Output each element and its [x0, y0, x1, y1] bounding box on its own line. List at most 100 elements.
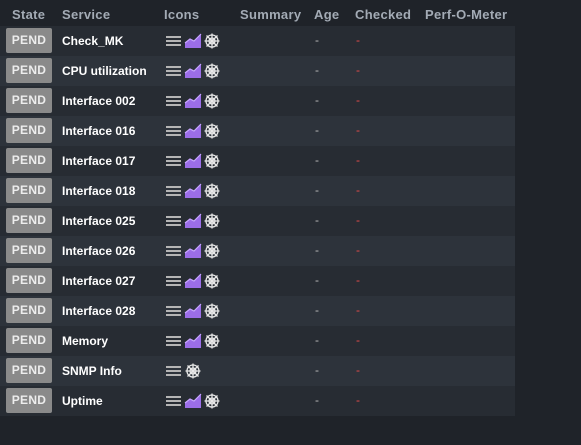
service-name-link[interactable]: SNMP Info	[62, 364, 122, 378]
service-name-link[interactable]: Interface 018	[62, 184, 135, 198]
checked-value: -	[356, 153, 360, 167]
graph-icon[interactable]	[184, 392, 202, 410]
menu-icon[interactable]	[165, 122, 183, 140]
age-value: -	[315, 303, 319, 317]
checked-value: -	[356, 333, 360, 347]
checked-value: -	[356, 273, 360, 287]
rule-icon[interactable]	[184, 362, 202, 380]
service-icons	[165, 92, 222, 110]
age-value: -	[315, 213, 319, 227]
checked-value: -	[356, 363, 360, 377]
menu-icon[interactable]	[165, 212, 183, 230]
state-badge: PEND	[6, 178, 52, 203]
service-name-link[interactable]: Interface 002	[62, 94, 135, 108]
service-name-link[interactable]: Interface 026	[62, 244, 135, 258]
age-value: -	[315, 123, 319, 137]
menu-icon[interactable]	[165, 62, 183, 80]
menu-icon[interactable]	[165, 242, 183, 260]
rule-icon[interactable]	[203, 332, 221, 350]
checked-value: -	[356, 183, 360, 197]
age-value: -	[315, 243, 319, 257]
service-name-link[interactable]: Interface 027	[62, 274, 135, 288]
table-row: PEND Interface 026 - -	[0, 236, 515, 266]
age-value: -	[315, 33, 319, 47]
graph-icon[interactable]	[184, 332, 202, 350]
service-icons	[165, 332, 222, 350]
services-table: State Service Icons Summary Age Checked …	[0, 0, 515, 416]
state-badge: PEND	[6, 388, 52, 413]
rule-icon[interactable]	[203, 182, 221, 200]
table-row: PEND Memory - -	[0, 326, 515, 356]
table-row: PEND Interface 018 - -	[0, 176, 515, 206]
rule-icon[interactable]	[203, 212, 221, 230]
checked-value: -	[356, 33, 360, 47]
graph-icon[interactable]	[184, 272, 202, 290]
column-header-age[interactable]: Age	[314, 7, 339, 22]
rule-icon[interactable]	[203, 302, 221, 320]
rule-icon[interactable]	[203, 152, 221, 170]
state-badge: PEND	[6, 28, 52, 53]
graph-icon[interactable]	[184, 212, 202, 230]
table-header: State Service Icons Summary Age Checked …	[0, 0, 515, 26]
table-row: PEND SNMP Info - -	[0, 356, 515, 386]
state-badge: PEND	[6, 358, 52, 383]
column-header-checked[interactable]: Checked	[355, 7, 411, 22]
age-value: -	[315, 153, 319, 167]
checked-value: -	[356, 123, 360, 137]
table-row: PEND Interface 002 - -	[0, 86, 515, 116]
checked-value: -	[356, 243, 360, 257]
column-header-perf-o-meter[interactable]: Perf-O-Meter	[425, 7, 507, 22]
graph-icon[interactable]	[184, 242, 202, 260]
graph-icon[interactable]	[184, 152, 202, 170]
graph-icon[interactable]	[184, 302, 202, 320]
menu-icon[interactable]	[165, 92, 183, 110]
rule-icon[interactable]	[203, 92, 221, 110]
graph-icon[interactable]	[184, 62, 202, 80]
menu-icon[interactable]	[165, 32, 183, 50]
column-header-summary[interactable]: Summary	[240, 7, 301, 22]
service-name-link[interactable]: Interface 025	[62, 214, 135, 228]
table-row: PEND Interface 028 - -	[0, 296, 515, 326]
service-name-link[interactable]: Interface 017	[62, 154, 135, 168]
service-name-link[interactable]: Uptime	[62, 394, 103, 408]
graph-icon[interactable]	[184, 122, 202, 140]
graph-icon[interactable]	[184, 182, 202, 200]
rule-icon[interactable]	[203, 272, 221, 290]
service-icons	[165, 212, 222, 230]
rule-icon[interactable]	[203, 32, 221, 50]
menu-icon[interactable]	[165, 362, 183, 380]
state-badge: PEND	[6, 298, 52, 323]
column-header-service[interactable]: Service	[62, 7, 110, 22]
graph-icon[interactable]	[184, 92, 202, 110]
service-icons	[165, 182, 222, 200]
service-name-link[interactable]: Interface 028	[62, 304, 135, 318]
page: State Service Icons Summary Age Checked …	[0, 0, 581, 445]
age-value: -	[315, 93, 319, 107]
service-name-link[interactable]: Memory	[62, 334, 108, 348]
table-row: PEND Uptime - -	[0, 386, 515, 416]
state-badge: PEND	[6, 238, 52, 263]
table-row: PEND Interface 017 - -	[0, 146, 515, 176]
service-icons	[165, 362, 203, 380]
service-icons	[165, 62, 222, 80]
service-name-link[interactable]: Interface 016	[62, 124, 135, 138]
menu-icon[interactable]	[165, 302, 183, 320]
menu-icon[interactable]	[165, 182, 183, 200]
column-header-icons: Icons	[164, 7, 200, 22]
checked-value: -	[356, 213, 360, 227]
state-badge: PEND	[6, 58, 52, 83]
age-value: -	[315, 273, 319, 287]
rule-icon[interactable]	[203, 242, 221, 260]
rule-icon[interactable]	[203, 62, 221, 80]
service-name-link[interactable]: Check_MK	[62, 34, 123, 48]
rule-icon[interactable]	[203, 122, 221, 140]
rule-icon[interactable]	[203, 392, 221, 410]
age-value: -	[315, 363, 319, 377]
menu-icon[interactable]	[165, 392, 183, 410]
menu-icon[interactable]	[165, 332, 183, 350]
menu-icon[interactable]	[165, 272, 183, 290]
menu-icon[interactable]	[165, 152, 183, 170]
column-header-state[interactable]: State	[12, 7, 45, 22]
service-name-link[interactable]: CPU utilization	[62, 64, 147, 78]
graph-icon[interactable]	[184, 32, 202, 50]
